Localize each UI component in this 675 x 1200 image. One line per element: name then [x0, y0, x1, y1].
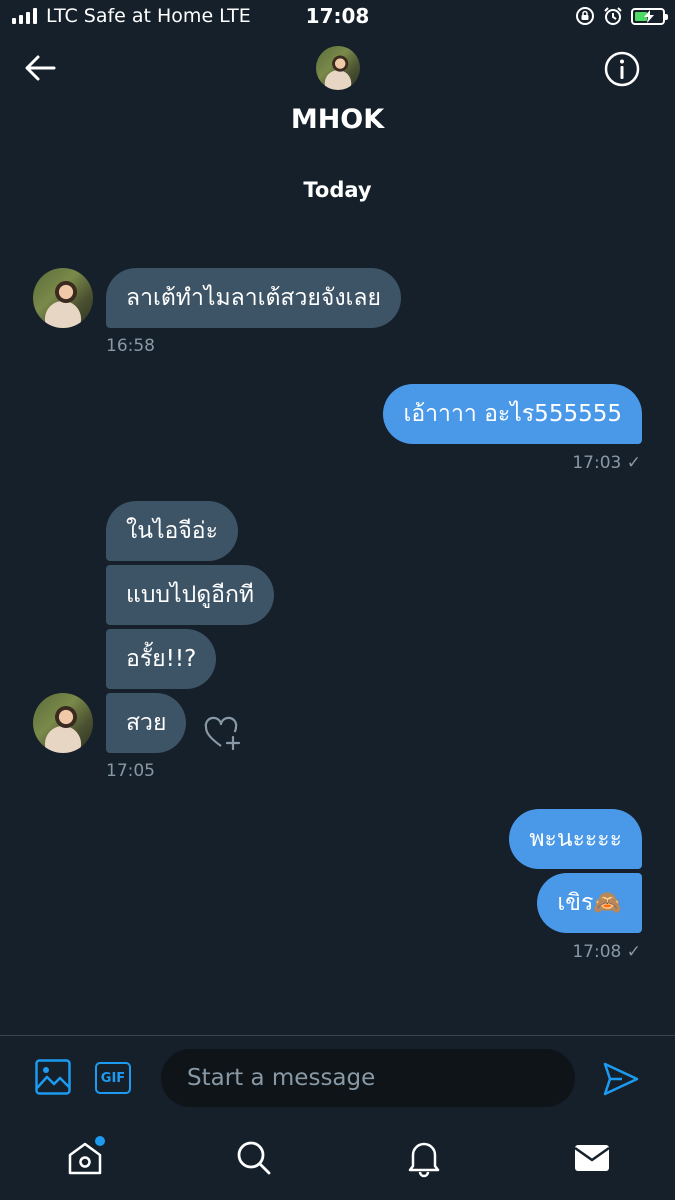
message-text: เขิร🙈 — [557, 890, 622, 916]
add-photo-button[interactable] — [34, 1058, 72, 1096]
incoming-message-bubble[interactable]: สวย — [106, 693, 187, 753]
tab-notifications[interactable] — [402, 1136, 446, 1180]
tab-search[interactable] — [232, 1136, 276, 1180]
message-timestamp: 17:05 — [106, 761, 155, 781]
back-button[interactable] — [22, 50, 58, 86]
tab-home[interactable] — [63, 1136, 107, 1180]
tab-messages[interactable] — [570, 1136, 614, 1180]
heart-plus-icon — [204, 716, 241, 751]
status-icons — [575, 6, 668, 26]
message-text: สวย — [126, 710, 167, 736]
message-text: เอ้าาาา อะไร555555 — [403, 401, 622, 427]
outgoing-message-bubble[interactable]: พะนะะะะ — [509, 809, 642, 869]
message-timestamp: 16:58 — [106, 336, 155, 356]
alarm-icon — [604, 7, 622, 25]
bell-icon — [408, 1142, 440, 1178]
info-circle-icon — [604, 51, 640, 87]
outgoing-message-bubble[interactable]: เอ้าาาา อะไร555555 — [383, 384, 642, 444]
image-icon — [35, 1059, 71, 1095]
info-button[interactable] — [603, 50, 641, 88]
contact-avatar[interactable] — [316, 46, 360, 90]
battery-charging-icon — [631, 7, 668, 25]
incoming-message-bubble[interactable]: ในไอจีอ่ะ — [106, 501, 238, 561]
outgoing-message-bubble[interactable]: เขิร🙈 — [537, 873, 642, 933]
incoming-message-bubble[interactable]: แบบไปดูอีกที — [106, 565, 275, 625]
incoming-message-bubble[interactable]: ลาเต้ทำไมลาเต้สวยจังเลย — [106, 268, 401, 328]
contact-name: MHOK — [290, 104, 385, 135]
message-text: ในไอจีอ่ะ — [126, 518, 218, 544]
incoming-message-bubble[interactable]: อรั้ย!!? — [106, 629, 217, 689]
mail-icon — [574, 1145, 610, 1171]
notification-dot — [95, 1136, 105, 1146]
status-bar: LTC Safe at Home LTE 17:08 — [0, 0, 675, 36]
message-input[interactable] — [161, 1049, 575, 1107]
message-text: พะนะะะะ — [529, 826, 622, 852]
day-separator: Today — [303, 178, 372, 202]
bottom-tab-bar — [0, 1124, 675, 1200]
status-time: 17:08 — [305, 4, 370, 28]
message-text: แบบไปดูอีกที — [126, 582, 255, 608]
gif-button[interactable]: GIF — [95, 1062, 131, 1094]
message-text: ลาเต้ทำไมลาเต้สวยจังเลย — [126, 285, 381, 311]
sender-avatar[interactable] — [33, 268, 93, 328]
react-button[interactable] — [204, 716, 242, 752]
send-button[interactable] — [602, 1060, 640, 1098]
dm-conversation-screen: LTC Safe at Home LTE 17:08 MHOK Today ลา… — [0, 0, 675, 1200]
message-composer: GIF — [0, 1035, 675, 1123]
message-text: อรั้ย!!? — [126, 646, 197, 672]
sender-avatar[interactable] — [33, 693, 93, 753]
orientation-lock-icon — [576, 7, 594, 25]
send-icon — [603, 1062, 639, 1096]
message-timestamp-read: 17:08 ✓ — [572, 942, 641, 962]
message-timestamp-read: 17:03 ✓ — [572, 453, 641, 473]
search-icon — [237, 1141, 271, 1175]
arrow-left-icon — [25, 55, 56, 81]
